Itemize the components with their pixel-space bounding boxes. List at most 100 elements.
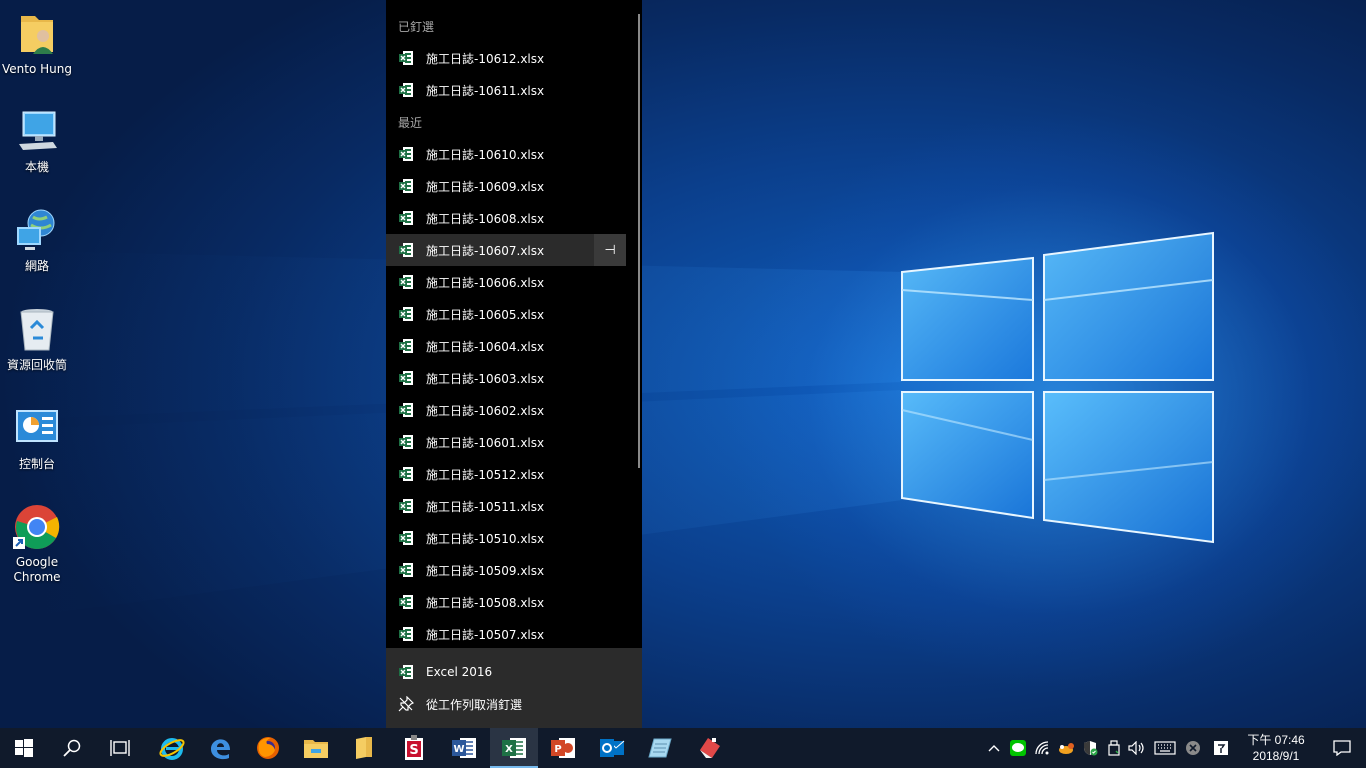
excel-file-icon <box>399 531 413 545</box>
file-name: 施工日誌-10508.xlsx <box>426 595 545 610</box>
excel-app-icon <box>399 665 413 679</box>
app-name: Excel 2016 <box>426 665 493 679</box>
recent-file-item[interactable]: 施工日誌-10607.xlsx ⊣ <box>386 234 626 266</box>
tray-line[interactable] <box>1006 728 1030 768</box>
desktop-icon-label: Vento Hung <box>2 62 72 76</box>
desktop-icon-this-pc[interactable]: 本機 <box>0 108 74 175</box>
pinned-file-item[interactable]: 施工日誌-10612.xlsx <box>386 42 626 74</box>
taskbar-word[interactable]: W <box>440 728 488 768</box>
recent-file-item[interactable]: 施工日誌-10512.xlsx <box>386 458 626 490</box>
taskbar-clock[interactable]: 下午 07:46 2018/9/1 <box>1240 728 1312 768</box>
recent-file-item[interactable]: 施工日誌-10508.xlsx <box>386 586 626 618</box>
tray-wifi[interactable] <box>1031 728 1055 768</box>
search-button[interactable] <box>48 728 96 768</box>
jump-list-scrollbar[interactable] <box>638 14 640 468</box>
file-name: 施工日誌-10604.xlsx <box>426 339 545 354</box>
pinned-file-item[interactable]: 施工日誌-10611.xlsx <box>386 74 626 106</box>
file-name: 施工日誌-10603.xlsx <box>426 371 545 386</box>
volume-icon <box>1128 741 1144 755</box>
task-view-button[interactable] <box>96 728 144 768</box>
excel-file-icon <box>399 595 413 609</box>
desktop-icon-control-panel[interactable]: 控制台 <box>0 405 74 472</box>
jump-list-footer: Excel 2016 從工作列取消釘選 <box>386 648 642 728</box>
desktop-icon-network[interactable]: 網路 <box>0 207 74 274</box>
tray-show-hidden[interactable] <box>982 728 1006 768</box>
taskbar-firefox[interactable] <box>244 728 292 768</box>
taskbar-notepad[interactable] <box>636 728 684 768</box>
taskbar-internet-explorer[interactable] <box>148 728 196 768</box>
tray-usb[interactable] <box>1102 728 1126 768</box>
excel-file-icon <box>399 499 413 513</box>
clock-date: 2018/9/1 <box>1252 749 1300 763</box>
recent-file-item[interactable]: 施工日誌-10507.xlsx <box>386 618 626 648</box>
taskbar-file-explorer[interactable] <box>292 728 340 768</box>
file-name: 施工日誌-10612.xlsx <box>426 51 545 66</box>
file-name: 施工日誌-10509.xlsx <box>426 563 545 578</box>
tray-ime[interactable] <box>1209 728 1233 768</box>
desktop-icon-label: Google Chrome <box>13 555 61 584</box>
file-name: 施工日誌-10602.xlsx <box>426 403 545 418</box>
taskbar-eraser-app[interactable] <box>686 728 734 768</box>
taskbar-powerpoint[interactable]: P <box>539 728 587 768</box>
recent-file-item[interactable]: 施工日誌-10608.xlsx <box>386 202 626 234</box>
shield-icon <box>1084 741 1098 756</box>
recent-file-item[interactable]: 施工日誌-10602.xlsx <box>386 394 626 426</box>
word-icon: W <box>452 738 476 758</box>
excel-jump-list: 已釘選 施工日誌-10612.xlsx 施工日誌-10611.xlsx 最近 施… <box>386 0 642 728</box>
taskbar-sticky-s[interactable]: S <box>390 728 438 768</box>
file-name: 施工日誌-10609.xlsx <box>426 179 545 194</box>
keyboard-icon <box>1154 741 1176 755</box>
unpin-icon <box>398 696 414 712</box>
excel-file-icon <box>399 371 413 385</box>
internet-explorer-icon <box>159 738 185 760</box>
tray-cloud[interactable] <box>1055 728 1079 768</box>
jump-list-scroll-area: 已釘選 施工日誌-10612.xlsx 施工日誌-10611.xlsx 最近 施… <box>386 0 642 648</box>
recent-file-item[interactable]: 施工日誌-10510.xlsx <box>386 522 626 554</box>
line-icon <box>1010 740 1026 756</box>
recent-file-item[interactable]: 施工日誌-10604.xlsx <box>386 330 626 362</box>
tray-close-circle[interactable] <box>1181 728 1205 768</box>
file-name: 施工日誌-10511.xlsx <box>426 499 545 514</box>
desktop-icon-recycle-bin[interactable]: 資源回收筒 <box>0 306 74 373</box>
desktop-icon-user-folder[interactable]: Vento Hung <box>0 10 74 77</box>
clock-time: 下午 07:46 <box>1247 733 1305 747</box>
desktop-icon-label: 控制台 <box>18 457 55 471</box>
network-icon <box>13 207 61 255</box>
pin-to-list-button[interactable]: ⊣ <box>594 234 626 266</box>
unpin-from-taskbar[interactable]: 從工作列取消釘選 <box>386 688 642 720</box>
outlook-icon <box>600 739 625 757</box>
start-icon <box>15 739 33 757</box>
taskbar-excel[interactable]: X <box>490 728 538 768</box>
pinned-header: 已釘選 <box>398 19 435 34</box>
taskbar-outlook[interactable] <box>588 728 636 768</box>
file-name: 施工日誌-10607.xlsx <box>426 243 545 258</box>
usb-icon <box>1108 740 1120 756</box>
file-explorer-icon <box>304 740 328 758</box>
recent-file-item[interactable]: 施工日誌-10610.xlsx <box>386 138 626 170</box>
file-name: 施工日誌-10611.xlsx <box>426 83 545 98</box>
action-center-button[interactable] <box>1318 728 1366 768</box>
tray-security[interactable] <box>1078 728 1102 768</box>
chrome-icon <box>13 503 61 551</box>
svg-text:X: X <box>505 744 513 755</box>
tray-volume[interactable] <box>1125 728 1149 768</box>
excel-app-launch[interactable]: Excel 2016 <box>386 656 642 688</box>
start-button[interactable] <box>0 728 48 768</box>
task-view-icon <box>110 740 130 756</box>
recent-file-item[interactable]: 施工日誌-10609.xlsx <box>386 170 626 202</box>
recent-file-item[interactable]: 施工日誌-10605.xlsx <box>386 298 626 330</box>
recent-file-item[interactable]: 施工日誌-10606.xlsx <box>386 266 626 298</box>
recent-file-item[interactable]: 施工日誌-10603.xlsx <box>386 362 626 394</box>
recent-file-item[interactable]: 施工日誌-10601.xlsx <box>386 426 626 458</box>
tray-touch-keyboard[interactable] <box>1152 728 1178 768</box>
recent-file-item[interactable]: 施工日誌-10509.xlsx <box>386 554 626 586</box>
recent-header: 最近 <box>398 115 423 130</box>
taskbar-edge[interactable] <box>196 728 244 768</box>
desktop-wallpaper <box>0 0 1366 728</box>
desktop-icon-chrome[interactable]: Google Chrome <box>0 503 74 585</box>
recycle-bin-icon <box>13 306 61 354</box>
powerpoint-icon: P <box>551 738 575 758</box>
taskbar-folder[interactable] <box>340 728 388 768</box>
recent-file-item[interactable]: 施工日誌-10511.xlsx <box>386 490 626 522</box>
firefox-icon <box>257 737 279 759</box>
